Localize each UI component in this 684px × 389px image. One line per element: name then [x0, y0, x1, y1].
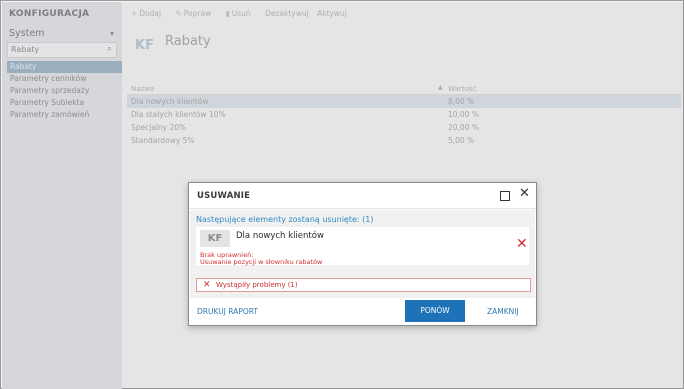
error-icon: ✕ — [203, 280, 211, 290]
dialog-header: USUWANIE ✕ — [189, 183, 536, 209]
problems-text: Wystąpiły problemy (1) — [216, 281, 298, 289]
delete-dialog: USUWANIE ✕ Następujące elementy zostaną … — [188, 182, 537, 326]
item-name: Dla nowych klientów — [236, 231, 324, 241]
close-button[interactable]: ZAMKNIJ — [487, 307, 519, 316]
problems-banner: ✕ Wystąpiły problemy (1) — [196, 278, 531, 292]
app-window: KONFIGURACJA System ▾ Rabaty ⌕ Rabaty Pa… — [0, 0, 684, 389]
dialog-message: Następujące elementy zostaną usunięte: (… — [196, 215, 374, 224]
dialog-title: USUWANIE — [197, 191, 251, 201]
maximize-icon[interactable] — [500, 191, 510, 201]
item-badge: KF — [200, 230, 230, 247]
error-detail: Usuwanie pozycji w słowniku rabatów — [200, 258, 323, 266]
retry-button[interactable]: PONÓW — [405, 300, 465, 322]
close-icon[interactable]: ✕ — [519, 186, 530, 202]
list-item: KF Dla nowych klientów Brak uprawnień: U… — [196, 227, 529, 266]
dialog-body: Następujące elementy zostaną usunięte: (… — [190, 210, 535, 298]
print-report-button[interactable]: DRUKUJ RAPORT — [197, 307, 258, 316]
remove-item-icon[interactable]: ✕ — [516, 237, 528, 251]
